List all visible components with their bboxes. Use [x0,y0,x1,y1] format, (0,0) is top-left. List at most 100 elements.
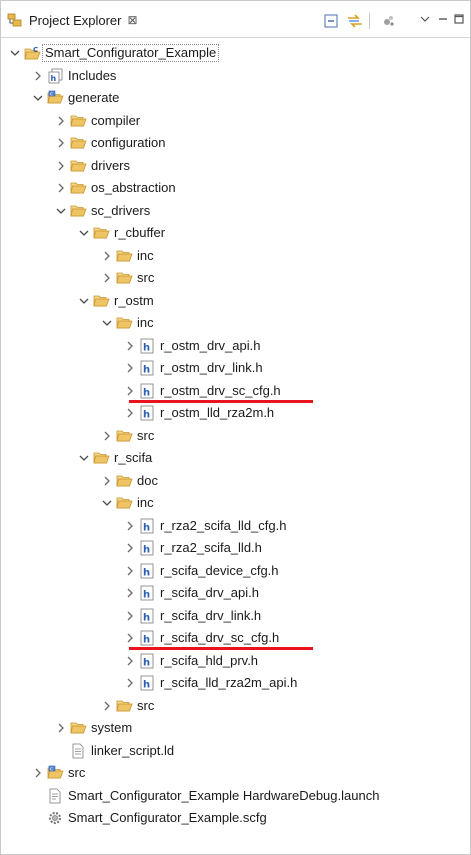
chevron-down-icon[interactable] [100,492,114,515]
tree-item[interactable]: r_cbuffer [1,222,470,245]
folder-icon [93,293,110,309]
gear-file-icon [47,810,64,826]
tree-item[interactable]: doc [1,470,470,493]
tree-item-label: inc [137,495,154,510]
tree-item[interactable]: configuration [1,132,470,155]
chevron-right-icon[interactable] [54,132,68,155]
folder-icon [93,450,110,466]
chevron-down-icon[interactable] [77,447,91,470]
chevron-down-icon[interactable] [54,200,68,223]
chevron-right-icon[interactable] [100,470,114,493]
svg-text:h: h [143,590,150,601]
tab-title: Project Explorer [29,12,122,28]
tree-item[interactable]: h r_rza2_scifa_lld_cfg.h [1,515,470,538]
tree-item[interactable]: h r_ostm_lld_rza2m.h [1,402,470,425]
chevron-right-icon[interactable] [123,537,137,560]
tree-item[interactable]: src [1,695,470,718]
folder-icon [116,315,133,331]
tree-item[interactable]: h r_ostm_drv_link.h [1,357,470,380]
tree-item[interactable]: inc [1,312,470,335]
chevron-right-icon[interactable] [123,582,137,605]
chevron-right-icon[interactable] [123,605,137,628]
folder-icon [116,428,133,444]
tree-item[interactable]: h r_scifa_device_cfg.h [1,560,470,583]
tree-item-label: src [137,697,155,713]
maximize-icon[interactable] [453,13,465,25]
filter-icon[interactable] [381,13,397,29]
folder-icon [70,135,87,151]
chevron-right-icon[interactable] [123,650,137,673]
chevron-right-icon[interactable] [123,357,137,380]
chevron-right-icon[interactable] [54,110,68,133]
chevron-right-icon[interactable] [100,245,114,268]
chevron-right-icon[interactable] [123,672,137,695]
chevron-right-icon[interactable] [31,762,45,785]
includes-icon: h [47,68,64,84]
chevron-right-icon[interactable] [123,402,137,425]
chevron-down-icon[interactable] [31,87,45,110]
tree-item[interactable]: Smart_Configurator_Example.scfg [1,807,470,830]
tree-item[interactable]: src [1,425,470,448]
chevron-right-icon[interactable] [54,155,68,178]
tree-item[interactable]: h r_scifa_lld_rza2m_api.h [1,672,470,695]
link-with-editor-icon[interactable] [346,13,364,29]
tree-item[interactable]: inc [1,245,470,268]
folder-icon [116,495,133,511]
tree-item[interactable]: r_scifa [1,447,470,470]
folder-icon [116,270,133,286]
tree-item[interactable]: C Smart_Configurator_Example [1,42,470,65]
header-file-icon: h [139,338,156,354]
tree-item[interactable]: system [1,717,470,740]
view-menu-icon[interactable] [419,13,431,25]
source-folder-icon: c [47,90,64,106]
tree-item[interactable]: Smart_Configurator_Example HardwareDebug… [1,785,470,808]
source-folder-icon: c [47,765,64,781]
tree-item-label: Includes [68,67,117,83]
tree-item-label: drivers [91,157,131,173]
header-file-icon: h [139,518,156,534]
tree-item[interactable]: r_ostm [1,290,470,313]
chevron-right-icon[interactable] [54,717,68,740]
tree-item-label: r_ostm_lld_rza2m.h [160,405,275,420]
chevron-right-icon[interactable] [123,515,137,538]
chevron-right-icon[interactable] [100,695,114,718]
collapse-all-icon[interactable] [323,13,339,29]
tree-item[interactable]: h r_ostm_drv_api.h [1,335,470,358]
chevron-right-icon[interactable] [100,267,114,290]
chevron-right-icon[interactable] [123,335,137,358]
tree-item[interactable]: c src [1,762,470,785]
chevron-down-icon[interactable] [100,312,114,335]
chevron-right-icon[interactable] [100,425,114,448]
tree-item[interactable]: h r_scifa_hld_prv.h [1,650,470,673]
chevron-right-icon[interactable] [31,65,45,88]
chevron-right-icon[interactable] [123,560,137,583]
tree-item[interactable]: h r_scifa_drv_sc_cfg.h [1,627,470,650]
project-explorer-tab[interactable]: Project Explorer ⊠ [7,10,138,30]
tree-item[interactable]: linker_script.ld [1,740,470,763]
tree-item[interactable]: h r_scifa_drv_link.h [1,605,470,628]
tree-item[interactable]: compiler [1,110,470,133]
tree-item[interactable]: c generate [1,87,470,110]
chevron-down-icon[interactable] [77,222,91,245]
tree-item[interactable]: src [1,267,470,290]
tree-item[interactable]: inc [1,492,470,515]
tree-item-label: r_scifa_drv_api.h [160,585,259,600]
minimize-icon[interactable] [437,13,449,25]
tree-item-label: inc [137,247,154,263]
tree-item[interactable]: h r_rza2_scifa_lld.h [1,537,470,560]
chevron-right-icon[interactable] [54,177,68,200]
chevron-down-icon[interactable] [77,290,91,313]
chevron-down-icon[interactable] [8,42,22,65]
close-icon[interactable]: ⊠ [127,13,137,27]
tree-item[interactable]: os_abstraction [1,177,470,200]
tree-item-label: r_scifa_device_cfg.h [160,562,279,578]
tree-item-label: sc_drivers [91,202,151,218]
header-file-icon: h [139,563,156,579]
header-file-icon: h [139,540,156,556]
tree-item[interactable]: h Includes [1,65,470,88]
tree-item[interactable]: sc_drivers [1,200,470,223]
tree-item[interactable]: h r_ostm_drv_sc_cfg.h [1,380,470,403]
tree-item[interactable]: drivers [1,155,470,178]
tree-item[interactable]: h r_scifa_drv_api.h [1,582,470,605]
tree-item-label: os_abstraction [91,180,176,195]
